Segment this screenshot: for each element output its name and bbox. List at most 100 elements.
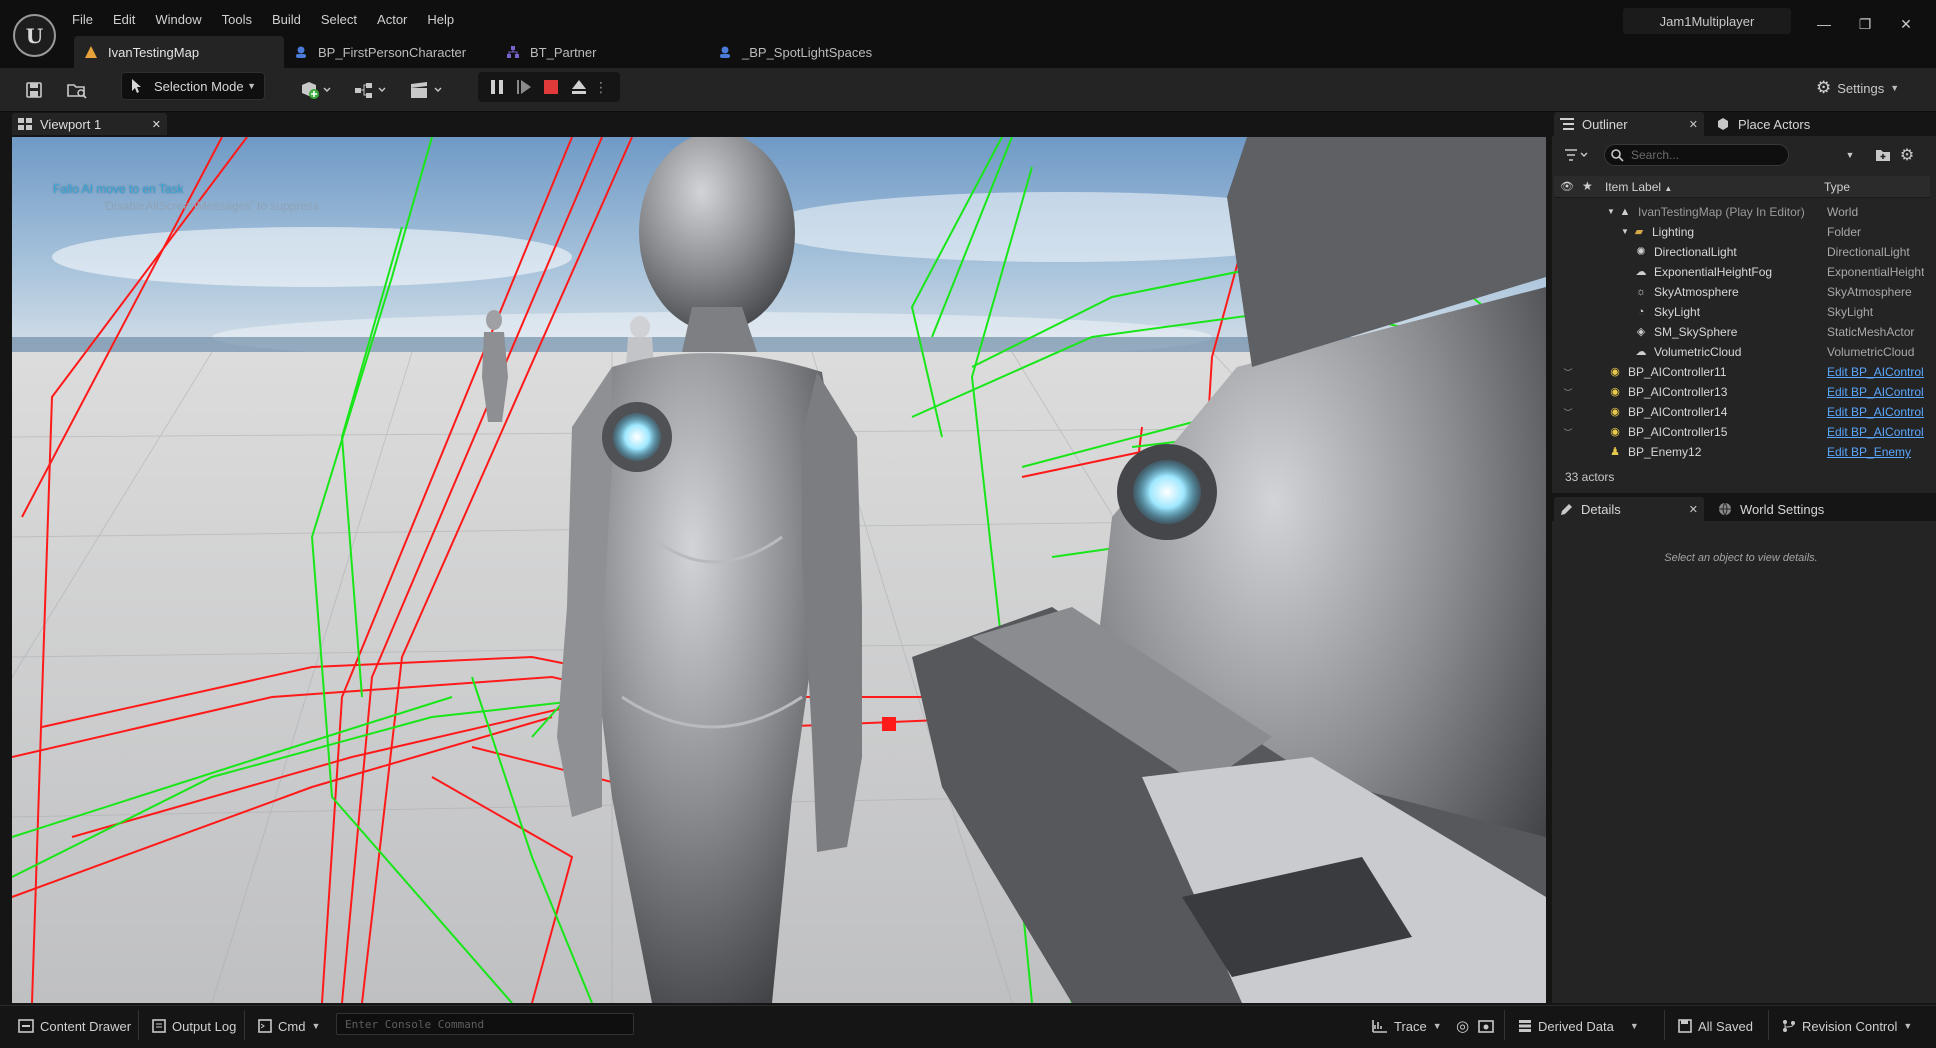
doc-tab-ivantestingmap[interactable]: IvanTestingMap: [74, 36, 284, 68]
divider: [1504, 1010, 1505, 1040]
outliner-tab[interactable]: Outliner ✕: [1554, 112, 1704, 136]
outliner-row[interactable]: ︶ ◉ BP_AIController11 Edit BP_AIController: [1554, 362, 1924, 382]
selection-mode-dropdown[interactable]: Selection Mode ▼: [121, 72, 265, 100]
place-actors-tab[interactable]: Place Actors: [1710, 112, 1840, 136]
outliner-row[interactable]: ◈ SM_SkySphere StaticMeshActor: [1554, 322, 1924, 342]
more-options-icon[interactable]: ⋮: [594, 76, 608, 98]
controller-icon: ◉: [1610, 426, 1620, 438]
directional-light-icon: ✺: [1636, 246, 1646, 258]
revision-control-dropdown[interactable]: Revision Control ▼: [1782, 1016, 1912, 1036]
chevron-down-icon: ▼: [1903, 1021, 1913, 1031]
menu-select[interactable]: Select: [311, 9, 367, 30]
visibility-toggle-icon[interactable]: ︶: [1560, 426, 1576, 439]
outliner-row[interactable]: ▼ ▲ IvanTestingMap (Play In Editor) World: [1554, 202, 1924, 222]
pause-icon[interactable]: [486, 76, 508, 98]
outliner-row-label: BP_AIController11: [1628, 365, 1727, 379]
close-icon[interactable]: ✕: [1689, 503, 1698, 516]
content-drawer-label: Content Drawer: [40, 1018, 132, 1034]
visibility-toggle-icon[interactable]: ︶: [1560, 366, 1576, 379]
level-viewport[interactable]: Fallo AI move to en Task 'DisableAllScre…: [12, 137, 1546, 1003]
maximize-button[interactable]: ❐: [1853, 12, 1877, 36]
visibility-toggle-icon[interactable]: ︶: [1560, 406, 1576, 419]
menu-file[interactable]: File: [62, 9, 103, 30]
viewport-tab-bar: [0, 112, 1552, 136]
outliner-row[interactable]: ◔ SkyLight SkyLight: [1554, 302, 1924, 322]
doc-tab-bp-firstpersoncharacter[interactable]: BP_FirstPersonCharacter: [284, 36, 496, 68]
details-tab[interactable]: Details ✕: [1554, 497, 1704, 521]
outliner-row[interactable]: ♟ BP_Enemy12 Edit BP_Enemy: [1554, 442, 1924, 462]
edit-blueprint-link[interactable]: Edit BP_AIController: [1827, 405, 1924, 419]
type-column[interactable]: Type: [1824, 180, 1850, 194]
doc-tab-label: BT_Partner: [530, 44, 597, 60]
folder-icon: ▰: [1634, 226, 1644, 238]
item-label-column[interactable]: Item Label ▲: [1605, 180, 1672, 194]
edit-blueprint-link[interactable]: Edit BP_AIController: [1827, 385, 1924, 399]
close-icon[interactable]: ✕: [1689, 118, 1698, 131]
menu-tools[interactable]: Tools: [212, 9, 262, 30]
content-drawer-button[interactable]: Content Drawer: [18, 1016, 131, 1036]
outliner-row[interactable]: ︶ ◉ BP_AIController15 Edit BP_AIController: [1554, 422, 1924, 442]
outliner-search-input[interactable]: [1604, 144, 1789, 166]
save-icon[interactable]: [22, 76, 46, 104]
outliner-row-label: BP_AIController14: [1628, 405, 1728, 419]
controller-icon: ◉: [1610, 386, 1620, 398]
chevron-down-icon: ▼: [1629, 1021, 1639, 1031]
menu-edit[interactable]: Edit: [103, 9, 145, 30]
output-log-button[interactable]: Output Log: [152, 1016, 236, 1036]
eject-icon[interactable]: [568, 76, 590, 98]
outliner-row[interactable]: ☁ ExponentialHeightFog ExponentialHeightFo…: [1554, 262, 1925, 282]
record-icon[interactable]: ◎: [1456, 1016, 1469, 1036]
terminal-icon: [258, 1019, 272, 1033]
outliner-row[interactable]: ☼ SkyAtmosphere SkyAtmosphere: [1554, 282, 1924, 302]
menu-build[interactable]: Build: [262, 9, 311, 30]
chevron-down-icon[interactable]: ▼: [1844, 147, 1856, 163]
filter-icon[interactable]: [1562, 145, 1592, 165]
edit-blueprint-link[interactable]: Edit BP_AIController: [1827, 425, 1924, 439]
outliner-row[interactable]: ︶ ◉ BP_AIController14 Edit BP_AIController: [1554, 402, 1924, 422]
world-settings-tab[interactable]: World Settings: [1712, 497, 1862, 521]
visibility-toggle-icon[interactable]: ︶: [1560, 386, 1576, 399]
doc-tab-bt-partner[interactable]: BT_Partner: [496, 36, 708, 68]
unreal-logo-icon[interactable]: U: [13, 14, 56, 57]
expand-arrow-icon[interactable]: ▼: [1604, 205, 1618, 219]
menu-window[interactable]: Window: [145, 9, 211, 30]
frame-skip-icon[interactable]: [513, 76, 535, 98]
add-folder-icon[interactable]: [1874, 146, 1892, 164]
menu-actor[interactable]: Actor: [367, 9, 417, 30]
edit-blueprint-link[interactable]: Edit BP_Enemy: [1827, 445, 1924, 459]
browse-content-icon[interactable]: [64, 76, 90, 104]
visibility-column-icon[interactable]: 👁: [1560, 180, 1574, 193]
debug-point: [882, 717, 896, 731]
pin-column-icon[interactable]: ★: [1582, 179, 1593, 193]
doc-tab-bp-spotlightspaces[interactable]: _BP_SpotLightSpaces: [708, 36, 908, 68]
trace-dropdown[interactable]: Trace ▼: [1372, 1016, 1442, 1036]
close-icon[interactable]: ✕: [152, 118, 161, 131]
menu-help[interactable]: Help: [417, 9, 464, 30]
console-command-input[interactable]: [336, 1013, 634, 1035]
add-actor-icon[interactable]: [296, 76, 336, 104]
project-name[interactable]: Jam1Multiplayer: [1623, 8, 1791, 34]
outliner-row[interactable]: ▼ ▰ Lighting Folder: [1554, 222, 1924, 242]
all-saved-button[interactable]: All Saved: [1678, 1016, 1753, 1036]
blueprint-menu-icon[interactable]: [350, 76, 392, 104]
cinematics-icon[interactable]: [406, 76, 448, 104]
viewport-tab-label: Viewport 1: [40, 116, 102, 132]
gear-icon[interactable]: ⚙: [1898, 146, 1916, 164]
outliner-row[interactable]: ︶ ◉ BP_AIController13 Edit BP_AIController: [1554, 382, 1924, 402]
expand-arrow-icon[interactable]: ▼: [1618, 225, 1632, 239]
cmd-dropdown[interactable]: Cmd ▼: [258, 1016, 320, 1036]
outliner-row[interactable]: ✺ DirectionalLight DirectionalLight: [1554, 242, 1924, 262]
stop-icon[interactable]: [540, 76, 562, 98]
outliner-row-type: StaticMeshActor: [1827, 325, 1915, 339]
outliner-row[interactable]: ☁ VolumetricCloud VolumetricCloud: [1554, 342, 1924, 362]
settings-button[interactable]: ⚙ Settings ▼: [1816, 74, 1899, 102]
viewport-tab[interactable]: Viewport 1 ✕: [12, 113, 167, 135]
edit-blueprint-link[interactable]: Edit BP_AIController: [1827, 365, 1924, 379]
menu-bar: File Edit Window Tools Build Select Acto…: [62, 9, 464, 30]
pawn-icon: ♟: [1610, 446, 1620, 458]
derived-data-dropdown[interactable]: Derived Data ▼: [1518, 1016, 1639, 1036]
close-window-button[interactable]: ✕: [1894, 12, 1918, 36]
minimize-button[interactable]: —: [1812, 12, 1836, 36]
screenshot-icon[interactable]: [1478, 1016, 1494, 1036]
doc-tab-label: _BP_SpotLightSpaces: [742, 44, 873, 60]
